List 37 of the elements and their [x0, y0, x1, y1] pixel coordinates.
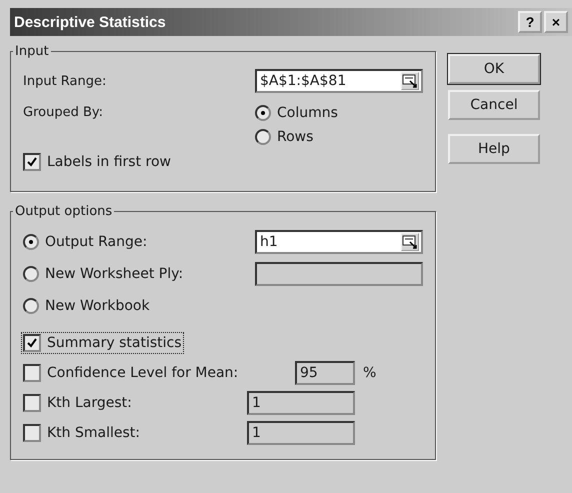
checkbox[interactable] — [23, 153, 41, 171]
radio-button[interactable] — [255, 129, 271, 145]
output-field[interactable]: h1 — [255, 230, 423, 254]
checkbox-option[interactable]: Kth Smallest: — [23, 424, 247, 442]
checkbox[interactable] — [23, 334, 41, 352]
checkbox[interactable] — [23, 364, 41, 382]
dialog-button[interactable]: Help — [448, 134, 540, 164]
checkbox-option[interactable]: Kth Largest: — [23, 394, 247, 412]
input-range-field[interactable]: $A$1:$A$81 — [255, 69, 423, 93]
field-label: Input Range: — [23, 74, 108, 88]
checkbox-option[interactable]: Summary statistics — [23, 334, 182, 352]
checkbox-option[interactable]: Confidence Level for Mean: — [23, 364, 295, 382]
checkbox-option[interactable]: Labels in first row — [23, 153, 171, 171]
radio-button[interactable] — [255, 105, 271, 121]
window-title: Descriptive Statistics — [14, 14, 166, 30]
group-label: Output options — [14, 204, 114, 219]
radio-option[interactable]: Output Range: — [23, 234, 255, 250]
radio-option[interactable]: Rows — [255, 129, 338, 145]
radio-button[interactable] — [23, 266, 39, 282]
field-label: Grouped By: — [23, 105, 104, 122]
range-picker-icon[interactable] — [401, 72, 419, 90]
radio-button[interactable] — [23, 234, 39, 250]
unit-label: % — [363, 365, 376, 381]
radio-option[interactable]: New Worksheet Ply: — [23, 266, 255, 282]
radio-button[interactable] — [23, 298, 39, 314]
check-icon — [26, 337, 38, 349]
checkbox[interactable] — [23, 424, 41, 442]
dialog-button[interactable]: Cancel — [448, 90, 540, 120]
radio-option[interactable]: Columns — [255, 105, 338, 121]
close-button[interactable]: × — [544, 11, 568, 33]
dialog-button[interactable]: OK — [448, 54, 540, 84]
group-label: Input — [14, 44, 50, 59]
check-icon — [26, 156, 38, 168]
radio-option[interactable]: New Workbook — [23, 298, 255, 314]
range-picker-icon[interactable] — [401, 233, 419, 251]
help-button[interactable]: ? — [518, 11, 542, 33]
checkbox[interactable] — [23, 394, 41, 412]
